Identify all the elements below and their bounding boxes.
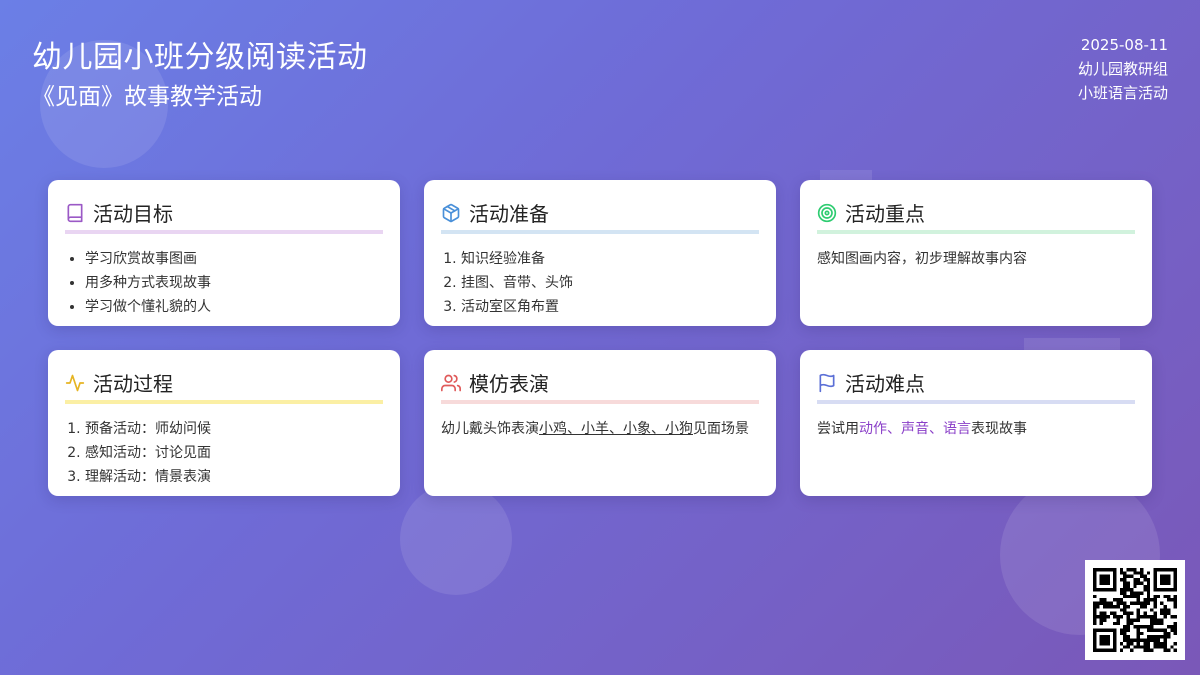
card-header: 活动过程 bbox=[65, 368, 383, 404]
card-header: 活动难点 bbox=[817, 368, 1135, 404]
page-title: 幼儿园小班分级阅读活动 bbox=[32, 40, 368, 75]
list-item: 用多种方式表现故事 bbox=[85, 271, 383, 295]
list-item: 挂图、音带、头饰 bbox=[461, 271, 759, 295]
separator: 、 bbox=[929, 421, 943, 437]
list-item: 学习欣赏故事图画 bbox=[85, 247, 383, 271]
roleplay-text-after: 见面场景 bbox=[693, 421, 749, 437]
users-icon bbox=[441, 374, 461, 391]
process-list: 预备活动：师幼问候 感知活动：讨论见面 理解活动：情景表演 bbox=[65, 417, 383, 489]
meta-date: 2025-08-11 bbox=[1080, 36, 1168, 54]
meta-info: 2025-08-11 幼儿园教研组 小班语言活动 bbox=[1078, 33, 1168, 105]
flag-icon bbox=[819, 373, 835, 392]
card-preparation: 活动准备 知识经验准备 挂图、音带、头饰 活动室区角布置 bbox=[424, 180, 776, 326]
card-title: 活动重点 bbox=[845, 202, 925, 226]
roleplay-text: 幼儿戴头饰表演小鸡、小羊、小象、小狗见面场景 bbox=[441, 417, 759, 441]
meta-group: 幼儿园教研组 bbox=[1077, 60, 1168, 78]
difficulty-text-after: 表现故事 bbox=[971, 421, 1027, 437]
separator: 、 bbox=[887, 421, 901, 437]
roleplay-animals: 小鸡、小羊、小象、小狗 bbox=[539, 421, 693, 437]
list-item: 预备活动：师幼问候 bbox=[85, 417, 383, 441]
card-goals: 活动目标 学习欣赏故事图画 用多种方式表现故事 学习做个懂礼貌的人 bbox=[48, 180, 400, 326]
focus-text: 感知图画内容，初步理解故事内容 bbox=[817, 251, 1027, 267]
list-item: 理解活动：情景表演 bbox=[85, 465, 383, 489]
list-item: 活动室区角布置 bbox=[461, 295, 759, 319]
card-roleplay: 模仿表演 幼儿戴头饰表演小鸡、小羊、小象、小狗见面场景 bbox=[424, 350, 776, 496]
box-icon bbox=[442, 203, 460, 222]
difficulty-text: 尝试用动作、声音、语言表现故事 bbox=[817, 417, 1135, 441]
card-difficulty: 活动难点 尝试用动作、声音、语言表现故事 bbox=[800, 350, 1152, 496]
book-icon bbox=[67, 203, 83, 222]
roleplay-text-before: 幼儿戴头饰表演 bbox=[441, 421, 539, 437]
page-subtitle: 《见面》故事教学活动 bbox=[32, 84, 262, 110]
meta-category: 小班语言活动 bbox=[1077, 84, 1168, 102]
card-header: 活动重点 bbox=[817, 198, 1135, 234]
highlight-action: 动作 bbox=[859, 421, 887, 437]
preparation-list: 知识经验准备 挂图、音带、头饰 活动室区角布置 bbox=[441, 247, 759, 319]
goals-list: 学习欣赏故事图画 用多种方式表现故事 学习做个懂礼貌的人 bbox=[65, 247, 383, 319]
decor-square bbox=[1024, 338, 1120, 350]
highlight-sound: 声音 bbox=[901, 421, 929, 437]
card-title: 模仿表演 bbox=[469, 372, 549, 396]
difficulty-text-before: 尝试用 bbox=[817, 421, 859, 437]
list-item: 学习做个懂礼貌的人 bbox=[85, 295, 383, 319]
target-icon bbox=[817, 203, 837, 222]
card-title: 活动难点 bbox=[845, 372, 925, 396]
card-title: 活动准备 bbox=[469, 202, 549, 226]
qr-code bbox=[1085, 560, 1185, 660]
card-process: 活动过程 预备活动：师幼问候 感知活动：讨论见面 理解活动：情景表演 bbox=[48, 350, 400, 496]
card-focus: 活动重点 感知图画内容，初步理解故事内容 bbox=[800, 180, 1152, 326]
card-header: 活动目标 bbox=[65, 198, 383, 234]
decor-circle bbox=[400, 483, 512, 595]
card-title: 活动过程 bbox=[93, 372, 173, 396]
list-item: 知识经验准备 bbox=[461, 247, 759, 271]
card-header: 活动准备 bbox=[441, 198, 759, 234]
decor-square bbox=[820, 170, 872, 180]
card-title: 活动目标 bbox=[93, 202, 173, 226]
card-header: 模仿表演 bbox=[441, 368, 759, 404]
highlight-language: 语言 bbox=[943, 421, 971, 437]
qr-code-icon bbox=[1093, 568, 1177, 652]
activity-icon bbox=[65, 374, 85, 391]
list-item: 感知活动：讨论见面 bbox=[85, 441, 383, 465]
